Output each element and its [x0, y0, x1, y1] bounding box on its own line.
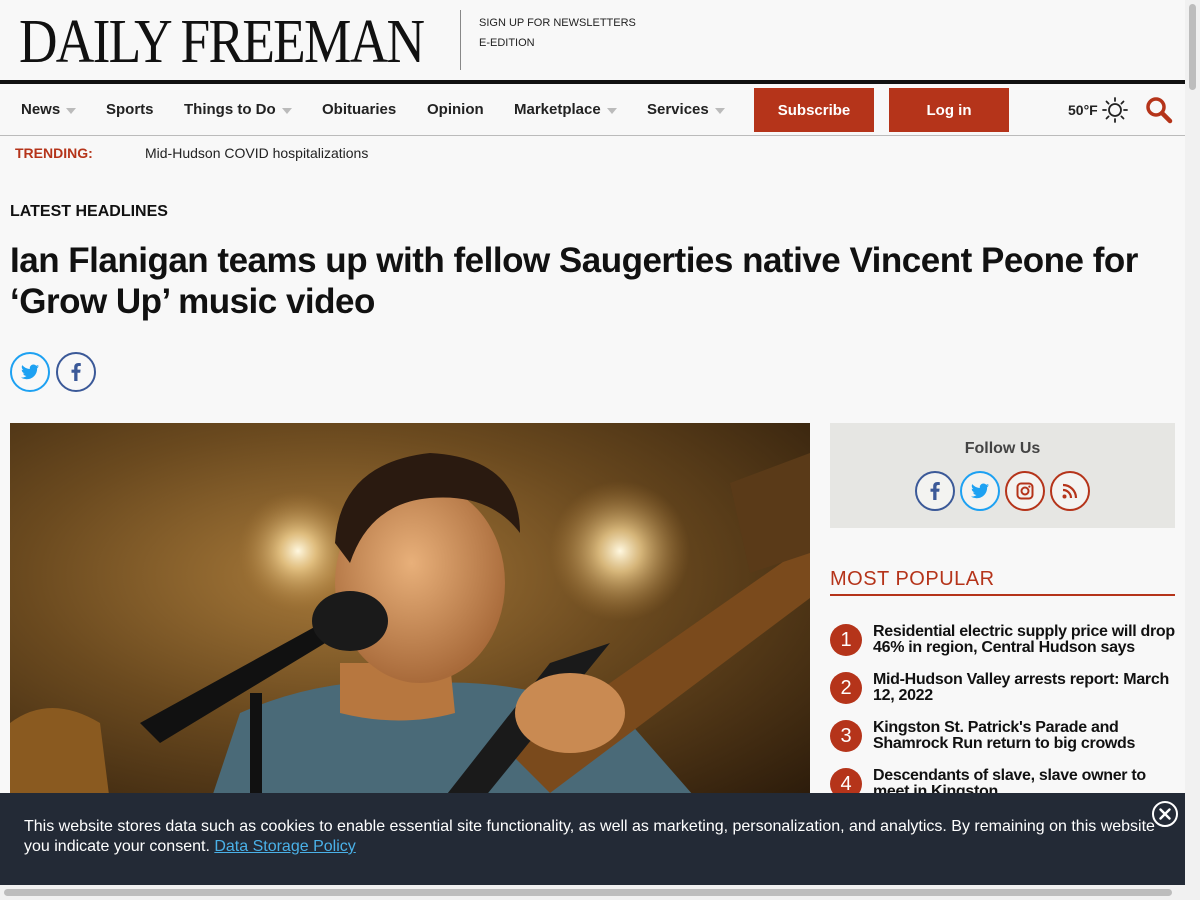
twitter-icon [21, 364, 39, 380]
newsletter-link[interactable]: SIGN UP FOR NEWSLETTERS [479, 13, 636, 33]
trending-bar: TRENDING: Mid-Hudson COVID hospitalizati… [0, 137, 1185, 169]
instagram-icon [1016, 482, 1034, 500]
popular-item[interactable]: 1 Residential electric supply price will… [830, 624, 1175, 668]
article-hero-image[interactable] [10, 423, 810, 803]
follow-twitter-button[interactable] [960, 471, 1000, 511]
masthead-divider [460, 10, 461, 70]
rss-icon [1062, 483, 1078, 499]
nav-item-services[interactable]: Services [647, 84, 725, 135]
horizontal-scrollbar[interactable] [0, 885, 1185, 900]
section-label[interactable]: LATEST HEADLINES [10, 203, 168, 221]
twitter-icon [971, 483, 989, 499]
nav-item-label: Things to Do [184, 101, 276, 118]
chevron-down-icon [66, 107, 77, 114]
rank-badge: 3 [830, 720, 862, 752]
nav-item-label: Services [647, 101, 709, 118]
nav-item-label: Obituaries [322, 101, 397, 118]
rank-badge: 1 [830, 624, 862, 656]
subscribe-button[interactable]: Subscribe [754, 88, 874, 132]
cookie-text: This website stores data such as cookies… [24, 818, 1155, 855]
follow-rss-button[interactable] [1050, 471, 1090, 511]
chevron-down-icon [606, 107, 617, 114]
horizontal-scrollbar-thumb[interactable] [4, 889, 1172, 896]
data-storage-policy-link[interactable]: Data Storage Policy [214, 838, 355, 855]
rank-badge: 2 [830, 672, 862, 704]
popular-item-title[interactable]: Mid-Hudson Valley arrests report: March … [873, 672, 1178, 704]
masthead: DAILY FREEMAN SIGN UP FOR NEWSLETTERS E-… [0, 0, 1185, 80]
weather-widget[interactable]: 50°F [1068, 84, 1129, 135]
share-facebook-button[interactable] [56, 352, 96, 392]
e-edition-link[interactable]: E-EDITION [479, 33, 636, 53]
cookie-banner: This website stores data such as cookies… [0, 793, 1185, 885]
nav-item-obituaries[interactable]: Obituaries [322, 84, 396, 135]
nav-item-label: Sports [106, 101, 154, 118]
masthead-links: SIGN UP FOR NEWSLETTERS E-EDITION [479, 13, 636, 53]
vertical-scrollbar[interactable] [1185, 0, 1200, 900]
close-icon [1159, 808, 1171, 820]
login-button[interactable]: Log in [889, 88, 1009, 132]
chevron-down-icon [281, 107, 292, 114]
popular-item-title[interactable]: Kingston St. Patrick's Parade and Shamro… [873, 720, 1178, 752]
search-icon[interactable] [1145, 96, 1173, 124]
site-logo[interactable]: DAILY FREEMAN [19, 10, 425, 74]
nav-item-label: News [21, 101, 61, 118]
nav-item-label: Marketplace [514, 101, 601, 118]
facebook-icon [930, 482, 940, 500]
trending-link[interactable]: Mid-Hudson COVID hospitalizations [145, 145, 368, 161]
nav-item-marketplace[interactable]: Marketplace [514, 84, 617, 135]
nav-item-things-to-do[interactable]: Things to Do [184, 84, 292, 135]
follow-facebook-button[interactable] [915, 471, 955, 511]
temperature: 50°F [1068, 101, 1098, 118]
cookie-close-button[interactable] [1152, 801, 1178, 827]
vertical-scrollbar-thumb[interactable] [1189, 4, 1196, 90]
share-twitter-button[interactable] [10, 352, 50, 392]
nav-item-sports[interactable]: Sports [106, 84, 154, 135]
chevron-down-icon [714, 107, 725, 114]
cookie-message: This website stores data such as cookies… [24, 817, 1164, 857]
follow-instagram-button[interactable] [1005, 471, 1045, 511]
main-nav: News Sports Things to Do Obituaries Opin… [0, 80, 1185, 136]
most-popular-title: MOST POPULAR [830, 568, 1175, 596]
nav-item-label: Opinion [427, 101, 484, 118]
nav-item-news[interactable]: News [21, 84, 77, 135]
popular-item-title[interactable]: Residential electric supply price will d… [873, 624, 1178, 656]
musician-photo [10, 453, 810, 803]
article-headline: Ian Flanigan teams up with fellow Sauger… [10, 241, 1138, 321]
follow-us-panel: Follow Us [830, 423, 1175, 528]
facebook-icon [71, 363, 81, 381]
trending-label: TRENDING: [15, 145, 93, 161]
nav-item-opinion[interactable]: Opinion [427, 84, 484, 135]
popular-item[interactable]: 2 Mid-Hudson Valley arrests report: Marc… [830, 672, 1175, 716]
follow-title: Follow Us [964, 440, 1041, 457]
sun-icon [1101, 96, 1128, 123]
popular-item[interactable]: 3 Kingston St. Patrick's Parade and Sham… [830, 720, 1175, 764]
